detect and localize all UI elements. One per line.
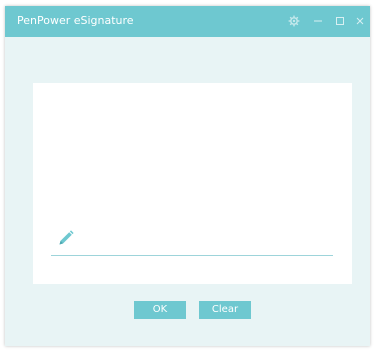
- maximize-icon[interactable]: [332, 13, 348, 29]
- window-title: PenPower eSignature: [17, 14, 134, 27]
- app-window: PenPower eSignature OK Clear: [5, 6, 370, 346]
- ok-button[interactable]: OK: [134, 301, 186, 319]
- close-icon[interactable]: [352, 13, 368, 29]
- gear-icon[interactable]: [286, 13, 302, 29]
- pencil-icon: [57, 229, 75, 247]
- signature-baseline: [51, 255, 333, 256]
- signature-pad[interactable]: [33, 83, 352, 284]
- title-bar[interactable]: PenPower eSignature: [5, 6, 370, 37]
- minimize-icon[interactable]: [310, 13, 326, 29]
- clear-button[interactable]: Clear: [199, 301, 251, 319]
